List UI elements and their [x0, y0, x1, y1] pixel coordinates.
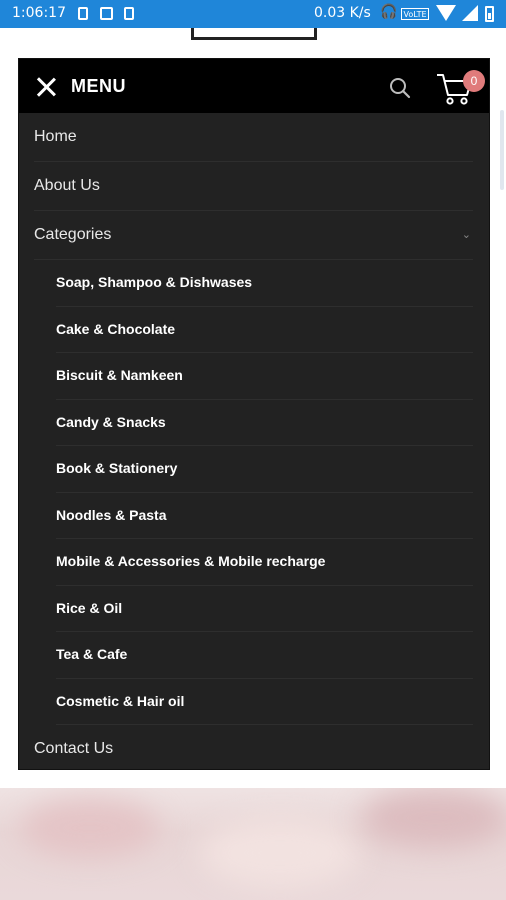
- nav-item-contact-us[interactable]: Contact Us: [34, 725, 473, 773]
- nav-item-label: Categories: [34, 226, 112, 243]
- category-item[interactable]: Tea & Cafe: [56, 632, 473, 679]
- site-logo: [191, 28, 317, 40]
- category-item[interactable]: Soap, Shampoo & Dishwases: [56, 260, 473, 307]
- banner-image: [0, 788, 506, 900]
- sim-icon: [124, 7, 134, 20]
- menu-header: MENU 0: [19, 59, 489, 113]
- category-label: Noodles & Pasta: [56, 506, 167, 523]
- image-icon: [100, 7, 113, 20]
- chevron-down-icon[interactable]: ⌄: [462, 211, 471, 259]
- nav-item-home[interactable]: Home: [34, 113, 473, 162]
- status-bar: 1:06:17 0.03 K/s 🎧 VoLTE: [0, 0, 506, 28]
- menu-title: MENU: [71, 76, 126, 96]
- nav-item-label: Contact Us: [34, 740, 114, 757]
- category-label: Rice & Oil: [56, 599, 123, 616]
- nav-item-label: Home: [34, 128, 77, 145]
- nav-item-about-us[interactable]: About Us: [34, 162, 473, 211]
- category-item[interactable]: Biscuit & Namkeen: [56, 353, 473, 400]
- status-time: 1:06:17: [12, 5, 66, 21]
- category-item[interactable]: Cake & Chocolate: [56, 307, 473, 353]
- category-item[interactable]: Candy & Snacks: [56, 400, 473, 446]
- nav-item-categories[interactable]: Categories ⌄: [34, 211, 473, 260]
- category-item[interactable]: Book & Stationery: [56, 446, 473, 493]
- headphones-icon: 🎧: [380, 4, 398, 20]
- navigation-menu: MENU 0 Home About Us Categories ⌄ Soap, …: [18, 58, 490, 770]
- category-label: Mobile & Accessories & Mobile recharge: [56, 553, 326, 569]
- cart-count-badge: 0: [463, 70, 485, 92]
- wifi-icon: [436, 5, 456, 21]
- category-label: Biscuit & Namkeen: [56, 367, 183, 383]
- category-item[interactable]: Noodles & Pasta: [56, 493, 473, 539]
- volte-badge: VoLTE: [401, 8, 429, 20]
- nav-item-label: About Us: [34, 177, 100, 194]
- category-label: Cosmetic & Hair oil: [56, 692, 185, 709]
- close-icon[interactable]: [36, 77, 56, 97]
- category-label: Book & Stationery: [56, 460, 178, 476]
- signal-icon: [462, 5, 478, 21]
- battery-saver-icon: [78, 7, 88, 20]
- category-label: Cake & Chocolate: [56, 320, 176, 337]
- category-item[interactable]: Rice & Oil: [56, 586, 473, 632]
- category-label: Tea & Cafe: [56, 646, 128, 662]
- category-item[interactable]: Cosmetic & Hair oil: [56, 679, 473, 725]
- category-item[interactable]: Mobile & Accessories & Mobile recharge: [56, 539, 473, 586]
- scrollbar[interactable]: [500, 110, 504, 190]
- network-speed: 0.03 K/s: [314, 5, 371, 21]
- category-label: Soap, Shampoo & Dishwases: [56, 274, 253, 290]
- nav-list: Home About Us Categories ⌄ Soap, Shampoo…: [19, 113, 489, 773]
- category-label: Candy & Snacks: [56, 413, 166, 430]
- search-icon[interactable]: [389, 77, 411, 99]
- battery-icon: [485, 6, 494, 22]
